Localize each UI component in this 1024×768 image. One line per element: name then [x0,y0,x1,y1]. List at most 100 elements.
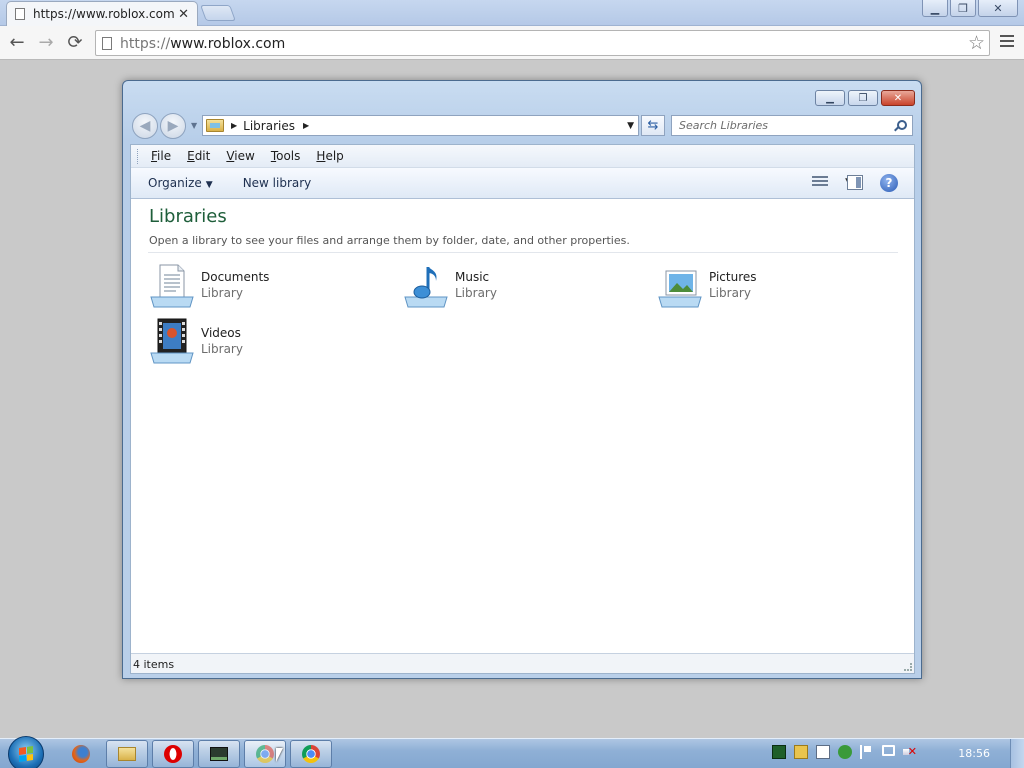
recent-pages-dropdown-icon[interactable]: ▼ [191,121,197,130]
menu-bar: File Edit View Tools Help [131,145,914,168]
url-host: www.roblox.com [170,36,286,52]
reload-button[interactable]: ⟳ [64,32,86,54]
bookmark-star-icon[interactable]: ☆ [968,32,985,54]
menubar-grip [137,148,140,164]
tray-folder-icon[interactable] [794,745,808,759]
taskbar-opera[interactable] [152,740,194,768]
change-view-icon[interactable] [812,176,828,190]
browser-tab[interactable]: https://www.roblox.com/ ✕ [6,1,198,26]
search-field[interactable] [671,115,913,136]
address-bar[interactable]: https://www.roblox.com ☆ [95,30,990,56]
close-button[interactable]: ✕ [978,0,1018,17]
library-name: Documents [201,270,270,284]
action-center-flag-icon[interactable] [860,745,874,759]
page-title: Libraries [149,206,227,227]
mouse-cursor-icon [276,748,283,762]
explorer-window-controls: ▁ ❐ ✕ [815,90,915,106]
show-desktop-button[interactable] [1010,739,1024,768]
search-input[interactable] [679,119,879,132]
taskbar-explorer[interactable] [106,740,148,768]
new-tab-button[interactable] [200,5,236,21]
tray-security-icon[interactable] [838,745,852,759]
documents-library-icon [148,261,196,309]
browser-window-controls: ▁ ❐ ✕ [922,0,1018,18]
restore-button[interactable]: ❐ [950,0,976,17]
divider [148,252,898,253]
new-library-button[interactable]: New library [243,176,312,190]
chrome-icon [302,745,320,763]
library-name: Pictures [709,270,757,284]
library-type: Library [201,286,243,300]
taskbar-app[interactable] [198,740,240,768]
explorer-body: File Edit View Tools Help Organize ▼ New … [130,144,915,674]
library-type: Library [709,286,751,300]
taskbar: ✕ 18:56 [0,736,1024,768]
page-description: Open a library to see your files and arr… [149,234,630,247]
pictures-library-icon [656,261,704,309]
library-name: Videos [201,326,241,340]
explorer-minimize-button[interactable]: ▁ [815,90,845,106]
address-dropdown-icon[interactable]: ▼ [627,121,634,131]
library-name: Music [455,270,490,284]
forward-button[interactable]: → [35,32,57,54]
explorer-maximize-button[interactable]: ❐ [848,90,878,106]
library-documents[interactable]: Documents Library [148,261,368,313]
url-text: https://www.roblox.com [120,36,285,52]
menu-help[interactable]: Help [314,147,345,165]
library-music[interactable]: Music Library [402,261,622,313]
explorer-address-bar[interactable]: ▶ Libraries ▶ ▼ [202,115,639,136]
breadcrumb-arrow-icon[interactable]: ▶ [303,121,309,130]
taskbar-chrome[interactable] [290,740,332,768]
breadcrumb-libraries[interactable]: Libraries [243,119,295,133]
menu-file[interactable]: File [149,147,173,165]
clock[interactable]: 18:56 [958,747,990,760]
firefox-icon [72,745,90,763]
network-icon[interactable] [882,745,895,756]
videos-library-icon [148,317,196,365]
page-icon [102,37,112,50]
browser-menu-icon[interactable] [1000,35,1014,50]
library-videos[interactable]: Videos Library [148,317,368,369]
browser-toolbar: ← → ⟳ https://www.roblox.com ☆ [0,26,1024,60]
menu-tools[interactable]: Tools [269,147,303,165]
chrome-icon [256,745,274,763]
breadcrumb-arrow-icon[interactable]: ▶ [231,121,237,130]
library-pictures[interactable]: Pictures Library [656,261,876,313]
url-scheme: https:// [120,36,171,52]
system-tray: ✕ [772,745,917,759]
help-icon[interactable]: ? [880,174,898,192]
app-icon [210,747,228,761]
opera-icon [164,745,182,763]
status-bar: 4 items [131,653,914,673]
minimize-button[interactable]: ▁ [922,0,948,17]
menu-edit[interactable]: Edit [185,147,212,165]
item-count: 4 items [133,658,175,671]
tray-app-icon[interactable] [772,745,786,759]
search-icon[interactable] [897,120,907,130]
libraries-folder-icon [206,119,224,132]
library-type: Library [201,342,243,356]
back-button[interactable]: ← [6,32,28,54]
library-type: Library [455,286,497,300]
chevron-down-icon: ▼ [205,180,213,190]
refresh-button[interactable]: ⇆ [641,115,665,136]
content-pane: Libraries Open a library to see your fil… [131,199,914,655]
music-library-icon [402,261,450,309]
explorer-back-button[interactable]: ◀ [132,113,158,139]
organize-label: Organize [148,176,202,190]
explorer-forward-button[interactable]: ▶ [160,113,186,139]
preview-pane-icon[interactable] [847,175,863,190]
organize-button[interactable]: Organize ▼ [148,176,213,190]
windows-logo-icon [19,746,33,762]
tab-close-icon[interactable]: ✕ [178,7,189,22]
explorer-icon [118,747,136,761]
explorer-window: ▁ ❐ ✕ ◀ ▶ ▼ ▶ Libraries ▶ ▼ ⇆ File Edit … [122,80,922,679]
volume-muted-icon[interactable]: ✕ [903,745,917,759]
taskbar-firefox[interactable] [60,740,102,768]
tray-document-icon[interactable] [816,745,830,759]
menu-view[interactable]: View [224,147,256,165]
command-bar: Organize▼ New library ▼ ? [131,168,914,199]
start-button[interactable] [8,736,44,768]
resize-grip-icon[interactable] [904,663,912,671]
explorer-close-button[interactable]: ✕ [881,90,915,106]
